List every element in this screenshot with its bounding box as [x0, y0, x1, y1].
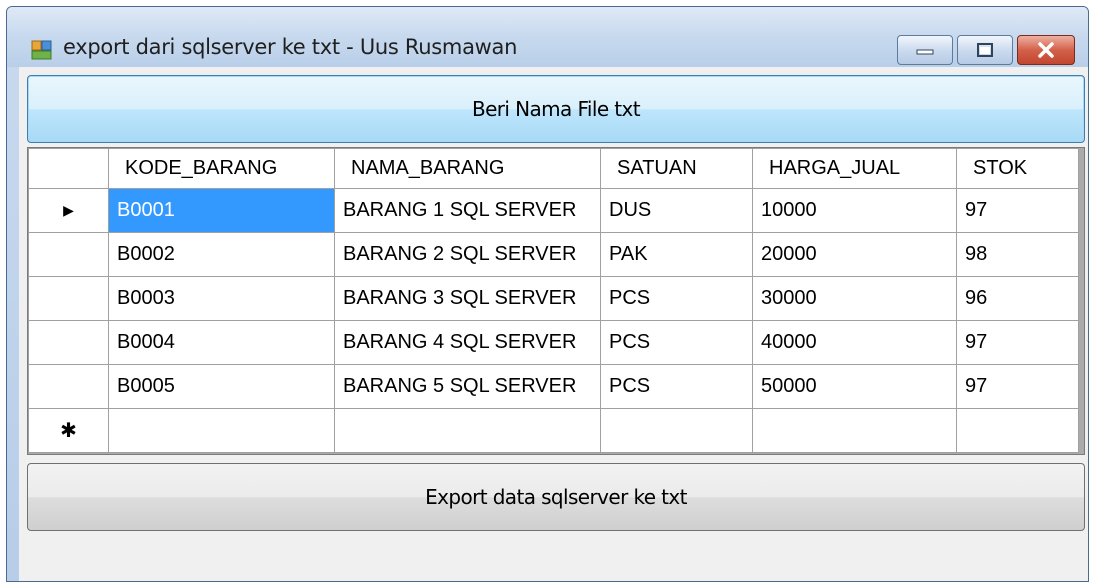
form-client-area: Beri Nama File txt KODE_BARANG NAMA_BARA… [19, 67, 1088, 581]
cell-kode-barang[interactable]: B0004 [108, 320, 335, 365]
column-header-nama-barang[interactable]: NAMA_BARANG [334, 148, 601, 189]
cell-nama-barang[interactable]: BARANG 2 SQL SERVER [334, 232, 601, 277]
cell-kode-barang[interactable]: B0003 [108, 276, 335, 321]
row-header[interactable] [28, 320, 109, 365]
cell-satuan[interactable]: DUS [600, 188, 753, 233]
cell-kode-barang[interactable]: B0001 [108, 188, 335, 233]
cell-kode-barang[interactable]: B0002 [108, 232, 335, 277]
column-header-satuan[interactable]: SATUAN [600, 148, 753, 189]
table-row[interactable]: B0004 BARANG 4 SQL SERVER PCS 40000 97 [28, 320, 1079, 365]
window-title: export dari sqlserver ke txt - Uus Rusma… [63, 35, 518, 59]
table-row[interactable]: B0003 BARANG 3 SQL SERVER PCS 30000 96 [28, 276, 1079, 321]
table-row[interactable]: B0005 BARANG 5 SQL SERVER PCS 50000 97 [28, 364, 1079, 409]
cell-stok[interactable]: 96 [956, 276, 1079, 321]
new-cell-kode-barang[interactable] [108, 408, 335, 453]
title-bar[interactable]: export dari sqlserver ke txt - Uus Rusma… [7, 7, 1088, 67]
grid-table: KODE_BARANG NAMA_BARANG SATUAN HARGA_JUA… [28, 148, 1079, 453]
column-header-harga-jual[interactable]: HARGA_JUAL [752, 148, 957, 189]
header-row: KODE_BARANG NAMA_BARANG SATUAN HARGA_JUA… [28, 148, 1079, 189]
maximize-icon [977, 43, 993, 57]
app-window: export dari sqlserver ke txt - Uus Rusma… [6, 6, 1089, 582]
name-file-button[interactable]: Beri Nama File txt [27, 75, 1085, 143]
maximize-button[interactable] [957, 35, 1013, 65]
cell-harga-jual[interactable]: 50000 [752, 364, 957, 409]
minimize-icon [916, 49, 934, 55]
cell-nama-barang[interactable]: BARANG 3 SQL SERVER [334, 276, 601, 321]
table-row[interactable]: B0002 BARANG 2 SQL SERVER PAK 20000 98 [28, 232, 1079, 277]
column-header-stok[interactable]: STOK [956, 148, 1079, 189]
cell-harga-jual[interactable]: 20000 [752, 232, 957, 277]
cell-satuan[interactable]: PCS [600, 364, 753, 409]
cell-stok[interactable]: 98 [956, 232, 1079, 277]
new-cell-harga-jual[interactable] [752, 408, 957, 453]
row-header[interactable] [28, 232, 109, 277]
cell-nama-barang[interactable]: BARANG 4 SQL SERVER [334, 320, 601, 365]
cell-nama-barang[interactable]: BARANG 5 SQL SERVER [334, 364, 601, 409]
current-row-indicator-icon[interactable]: ▶ [28, 188, 109, 233]
cell-stok[interactable]: 97 [956, 364, 1079, 409]
row-header[interactable] [28, 276, 109, 321]
minimize-button[interactable] [897, 35, 953, 65]
new-cell-stok[interactable] [956, 408, 1079, 453]
cell-harga-jual[interactable]: 30000 [752, 276, 957, 321]
cell-satuan[interactable]: PCS [600, 276, 753, 321]
table-row[interactable]: ▶ B0001 BARANG 1 SQL SERVER DUS 10000 97 [28, 188, 1079, 233]
export-button[interactable]: Export data sqlserver ke txt [27, 463, 1085, 531]
cell-stok[interactable]: 97 [956, 188, 1079, 233]
new-cell-nama-barang[interactable] [334, 408, 601, 453]
new-cell-satuan[interactable] [600, 408, 753, 453]
form-footer [19, 539, 1088, 581]
form-icon [31, 40, 52, 60]
close-button[interactable] [1017, 35, 1075, 65]
row-header[interactable] [28, 364, 109, 409]
cell-nama-barang[interactable]: BARANG 1 SQL SERVER [334, 188, 601, 233]
cell-harga-jual[interactable]: 10000 [752, 188, 957, 233]
column-header-kode-barang[interactable]: KODE_BARANG [108, 148, 335, 189]
cell-stok[interactable]: 97 [956, 320, 1079, 365]
cell-harga-jual[interactable]: 40000 [752, 320, 957, 365]
cell-satuan[interactable]: PCS [600, 320, 753, 365]
cell-kode-barang[interactable]: B0005 [108, 364, 335, 409]
new-row[interactable]: ✱ [28, 408, 1079, 453]
data-grid[interactable]: KODE_BARANG NAMA_BARANG SATUAN HARGA_JUA… [27, 147, 1085, 455]
close-icon [1038, 42, 1054, 58]
cell-satuan[interactable]: PAK [600, 232, 753, 277]
new-row-asterisk-icon[interactable]: ✱ [28, 408, 109, 453]
corner-header-cell[interactable] [28, 148, 109, 189]
